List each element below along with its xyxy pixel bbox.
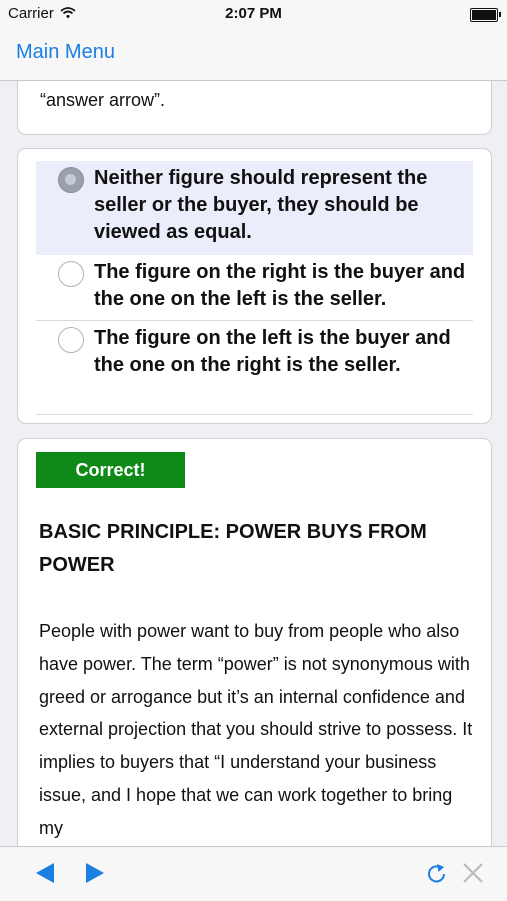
previous-card: “answer arrow”. (17, 81, 492, 135)
answer-choice-label: Neither figure should represent the sell… (94, 167, 428, 243)
clock: 2:07 PM (225, 5, 282, 22)
forward-arrow-icon[interactable] (74, 847, 118, 901)
correct-badge: Correct! (36, 452, 185, 488)
answer-choice-label: The figure on the left is the buyer and … (94, 327, 451, 376)
bottom-toolbar (0, 846, 507, 901)
answer-choices-card: Neither figure should represent the sell… (17, 148, 492, 424)
answer-choice-1[interactable]: Neither figure should represent the sell… (36, 161, 473, 255)
close-icon[interactable] (452, 847, 496, 901)
radio-icon[interactable] (58, 261, 84, 287)
previous-card-text: “answer arrow”. (40, 90, 166, 110)
radio-selected-icon[interactable] (58, 167, 84, 193)
answer-choice-label: The figure on the right is the buyer and… (94, 261, 466, 310)
radio-icon[interactable] (58, 327, 84, 353)
battery-icon (470, 8, 501, 22)
back-arrow-icon[interactable] (24, 847, 68, 901)
main-menu-button[interactable]: Main Menu (16, 41, 115, 64)
answer-choice-2[interactable]: The figure on the right is the buyer and… (36, 255, 473, 321)
answer-choice-3[interactable]: The figure on the left is the buyer and … (36, 321, 473, 415)
status-bar: Carrier 2:07 PM (0, 0, 507, 28)
principle-title: BASIC PRINCIPLE: POWER BUYS FROM POWER (39, 521, 427, 576)
scroll-content[interactable]: “answer arrow”. Neither figure should re… (0, 81, 507, 846)
feedback-card: Correct! BASIC PRINCIPLE: POWER BUYS FRO… (17, 438, 492, 846)
principle-body: People with power want to buy from peopl… (39, 621, 473, 838)
navigation-bar: Main Menu (0, 28, 507, 81)
